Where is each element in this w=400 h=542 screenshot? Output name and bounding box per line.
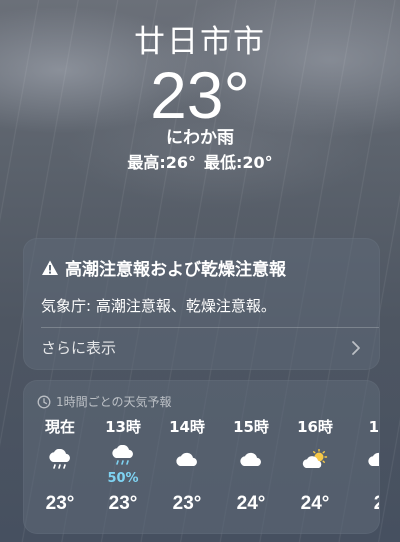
hour-time: 16時: [297, 418, 333, 436]
hour-temperature: 2: [349, 493, 379, 515]
hourly-forecast-title: 1時間ごとの天気予報: [56, 395, 172, 409]
cloud-icon: [176, 452, 197, 466]
high-low-temperatures: 最高:26° 最低:20°: [0, 150, 400, 176]
hour-temperature: 23°: [172, 493, 202, 514]
alert-description: 気象庁: 高潮注意報、乾燥注意報。: [41, 297, 276, 315]
hour-temperature: 23°: [45, 493, 75, 514]
cloud-icon: [368, 452, 379, 466]
hour-forecast-item[interactable]: 16時 24°: [285, 417, 345, 527]
cloud-icon: [240, 452, 261, 466]
hour-time: 15時: [233, 418, 269, 436]
hour-time: 現在: [44, 418, 75, 436]
hour-temperature: 24°: [236, 493, 266, 514]
hourly-forecast-header: 1時間ごとの天気予報: [37, 393, 172, 410]
alert-title: 高潮注意報および乾燥注意報: [65, 260, 286, 280]
city-name: 廿日市市: [134, 24, 266, 60]
hour-temperature: 23°: [108, 493, 138, 514]
low-temperature: 最低:20°: [204, 153, 273, 172]
chevron-right-icon: [352, 341, 360, 355]
hour-forecast-item[interactable]: 15時 24°: [221, 417, 281, 527]
hourly-forecast-card[interactable]: 1時間ごとの天気予報 現在 23° 13時 50% 23° 14時 23° 15…: [23, 380, 380, 534]
rain-cloud-icon: [49, 449, 70, 469]
show-more-label: さらに表示: [41, 339, 117, 357]
hour-time: 17: [368, 418, 379, 436]
hour-temperature: 24°: [300, 493, 330, 514]
weather-alert-card[interactable]: 高潮注意報および乾燥注意報 気象庁: 高潮注意報、乾燥注意報。 さらに表示: [23, 238, 380, 370]
warning-icon: [42, 260, 58, 275]
hour-forecast-item[interactable]: 14時 23°: [157, 417, 217, 527]
high-temperature: 最高:26°: [127, 153, 196, 172]
hour-forecast-item[interactable]: 17 2: [349, 417, 379, 527]
current-temperature: 23°: [150, 58, 250, 132]
show-more-button[interactable]: さらに表示: [24, 328, 379, 368]
hour-time: 13時: [105, 418, 141, 436]
hour-time: 14時: [169, 418, 205, 436]
hour-forecast-item[interactable]: 13時 50% 23°: [93, 417, 153, 527]
partly-sunny-icon: [302, 449, 328, 468]
precipitation-chance: 50%: [107, 471, 139, 486]
current-weather-header: 廿日市市 23° にわか雨 最高:26° 最低:20°: [0, 22, 400, 176]
rain-cloud-icon: [112, 445, 133, 465]
clock-icon: [37, 395, 51, 408]
weather-condition: にわか雨: [166, 128, 234, 148]
alert-title-row: 高潮注意報および乾燥注意報: [41, 255, 286, 280]
hour-forecast-item[interactable]: 現在 23°: [30, 417, 90, 527]
